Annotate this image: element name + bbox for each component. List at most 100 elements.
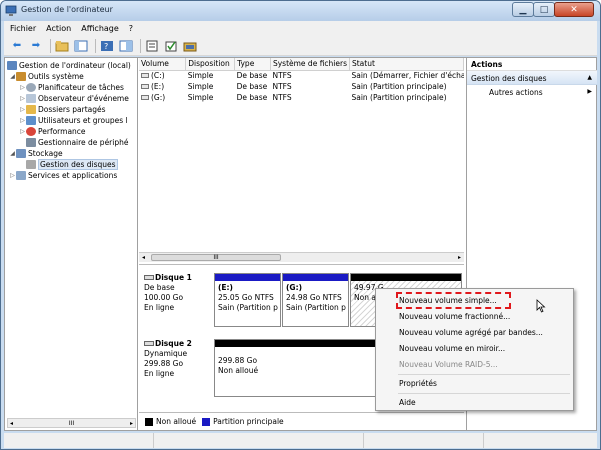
tree-item-performance[interactable]: ▷ Performance (19, 126, 86, 137)
tree-horizontal-scrollbar[interactable]: ◂ III ▸ (7, 418, 136, 428)
tree-item-gestion-disques[interactable]: Gestion des disques (26, 159, 118, 170)
table-row[interactable]: (E:) Simple De base NTFS Sain (Partition… (139, 81, 464, 92)
disk2-state: En ligne (144, 369, 175, 378)
collapsed-icon[interactable]: ▷ (19, 106, 26, 113)
tree-item-root[interactable]: Gestion de l'ordinateur (local) (7, 60, 131, 71)
menu-item-nouveau-volume-fractionne[interactable]: Nouveau volume fractionné... (399, 310, 510, 323)
cell-filesystem: NTFS (272, 93, 292, 102)
disk1-state: En ligne (144, 303, 175, 312)
close-button[interactable]: ✕ (554, 2, 594, 17)
legend-primary: Partition principale (213, 417, 284, 426)
menu-action[interactable]: Action (46, 24, 71, 33)
export-button[interactable] (163, 38, 179, 54)
minimize-icon: ▁ (519, 4, 527, 15)
menu-item-aide[interactable]: Aide (399, 396, 416, 409)
maximize-button[interactable]: □ (533, 2, 555, 17)
tree-item-outils-systeme[interactable]: ◢ Outils système (9, 71, 84, 82)
column-header-volume[interactable]: Volume (139, 58, 187, 71)
partition-name: (E:) (218, 283, 233, 292)
disk2-info[interactable]: Disque 2 Dynamique 299.88 Go En ligne (144, 339, 192, 379)
menu-help[interactable]: ? (129, 24, 133, 33)
menu-item-proprietes[interactable]: Propriétés (399, 377, 437, 390)
menu-item-nouveau-volume-miroir[interactable]: Nouveau volume en miroir... (399, 342, 505, 355)
disk1-name: Disque 1 (155, 273, 192, 282)
app-window: Gestion de l'ordinateur ▁ □ ✕ Fichier Ac… (0, 0, 601, 450)
column-header-filesystem[interactable]: Système de fichiers (270, 58, 350, 71)
cell-disposition: Simple (187, 71, 214, 81)
partition-g[interactable]: (G:) 24.98 Go NTFS Sain (Partition p (282, 273, 349, 327)
up-folder-button[interactable] (54, 38, 70, 54)
users-icon (26, 116, 36, 125)
column-header-type[interactable]: Type (234, 58, 271, 71)
menu-item-nouveau-volume-simple[interactable]: Nouveau volume simple... (399, 294, 497, 307)
disk2-size: 299.88 Go (144, 359, 184, 368)
menu-separator (398, 374, 570, 375)
tree-item-gestionnaire[interactable]: Gestionnaire de périphé (26, 137, 128, 148)
tree-item-label: Gestion des disques (38, 159, 118, 170)
scroll-right-icon[interactable]: ▸ (458, 254, 461, 261)
back-button[interactable]: ⬅ (9, 38, 25, 54)
properties-button[interactable] (144, 38, 160, 54)
column-header-status[interactable]: Statut (349, 58, 465, 71)
disk-icon (144, 341, 154, 346)
tree-item-services[interactable]: ▷ Services et applications (9, 170, 117, 181)
tree-item-utilisateurs[interactable]: ▷ Utilisateurs et groupes l (19, 115, 128, 126)
scroll-right-icon[interactable]: ▸ (130, 420, 133, 427)
cell-type: De base (236, 71, 268, 81)
scroll-thumb[interactable]: III (69, 420, 74, 427)
window-title: Gestion de l'ordinateur (21, 5, 113, 14)
show-hide-tree-button[interactable] (73, 38, 89, 54)
services-icon (16, 171, 26, 180)
menu-separator (398, 393, 570, 394)
expanded-icon[interactable]: ◢ (9, 73, 16, 80)
disk-legend: Non alloué Partition principale (139, 412, 464, 430)
actions-section-gestion-disques[interactable]: Gestion des disques ▲ (467, 71, 597, 85)
minimize-button[interactable]: ▁ (512, 2, 534, 17)
tools-icon (16, 72, 26, 81)
volume-horizontal-scrollbar[interactable]: ◂ III ▸ (139, 252, 464, 262)
disk-settings-button[interactable] (182, 38, 198, 54)
actions-item-label: Autres actions (489, 88, 543, 97)
scroll-left-icon[interactable]: ◂ (142, 254, 145, 261)
collapsed-icon[interactable]: ▷ (9, 172, 16, 179)
actions-autres-actions[interactable]: Autres actions ▶ (467, 85, 597, 98)
unallocated-swatch (145, 417, 153, 426)
title-bar[interactable]: Gestion de l'ordinateur ▁ □ ✕ (1, 1, 600, 21)
status-bar (4, 433, 597, 448)
table-row[interactable]: (C:) Simple De base NTFS Sain (Démarrer,… (139, 70, 464, 81)
partition-status: Sain (Partition p (218, 303, 278, 312)
cell-filesystem: NTFS (272, 71, 292, 81)
column-header-disposition[interactable]: Disposition (185, 58, 236, 71)
collapsed-icon[interactable]: ▷ (19, 95, 26, 102)
collapse-up-icon[interactable]: ▲ (587, 74, 592, 81)
help-button[interactable]: ? (99, 38, 115, 54)
tree-item-stockage[interactable]: ◢ Stockage (9, 148, 63, 159)
scroll-thumb[interactable]: III (151, 254, 281, 261)
collapsed-icon[interactable]: ▷ (19, 117, 26, 124)
toolbar: ⬅ ➡ ? (4, 36, 597, 56)
expanded-icon[interactable]: ◢ (9, 150, 16, 157)
tree-item-dossiers[interactable]: ▷ Dossiers partagés (19, 104, 106, 115)
scroll-left-icon[interactable]: ◂ (10, 420, 13, 427)
toolbar-separator (95, 38, 96, 53)
forward-button[interactable]: ➡ (28, 38, 44, 54)
menu-affichage[interactable]: Affichage (81, 24, 119, 33)
tree-item-label: Dossiers partagés (38, 105, 106, 114)
disk1-info[interactable]: Disque 1 De base 100.00 Go En ligne (144, 273, 192, 313)
partition-e[interactable]: (E:) 25.05 Go NTFS Sain (Partition p (214, 273, 281, 327)
menu-fichier[interactable]: Fichier (10, 24, 36, 33)
view-button[interactable] (118, 38, 134, 54)
legend-unallocated: Non alloué (156, 417, 197, 426)
device-manager-icon (26, 138, 36, 147)
tree-item-observateur[interactable]: ▷ Observateur d'événeme (19, 93, 129, 104)
collapsed-icon[interactable]: ▷ (19, 128, 26, 135)
up-folder-icon (55, 40, 69, 51)
disk-management-icon (26, 160, 36, 169)
collapsed-icon[interactable]: ▷ (19, 84, 26, 91)
svg-text:?: ? (104, 42, 108, 51)
status-pane (364, 433, 484, 448)
menu-item-nouveau-volume-bandes[interactable]: Nouveau volume agrégé par bandes... (399, 326, 543, 339)
tree-item-planificateur[interactable]: ▷ Planificateur de tâches (19, 82, 124, 93)
drive-icon (141, 73, 149, 79)
table-row[interactable]: (G:) Simple De base NTFS Sain (Partition… (139, 92, 464, 103)
